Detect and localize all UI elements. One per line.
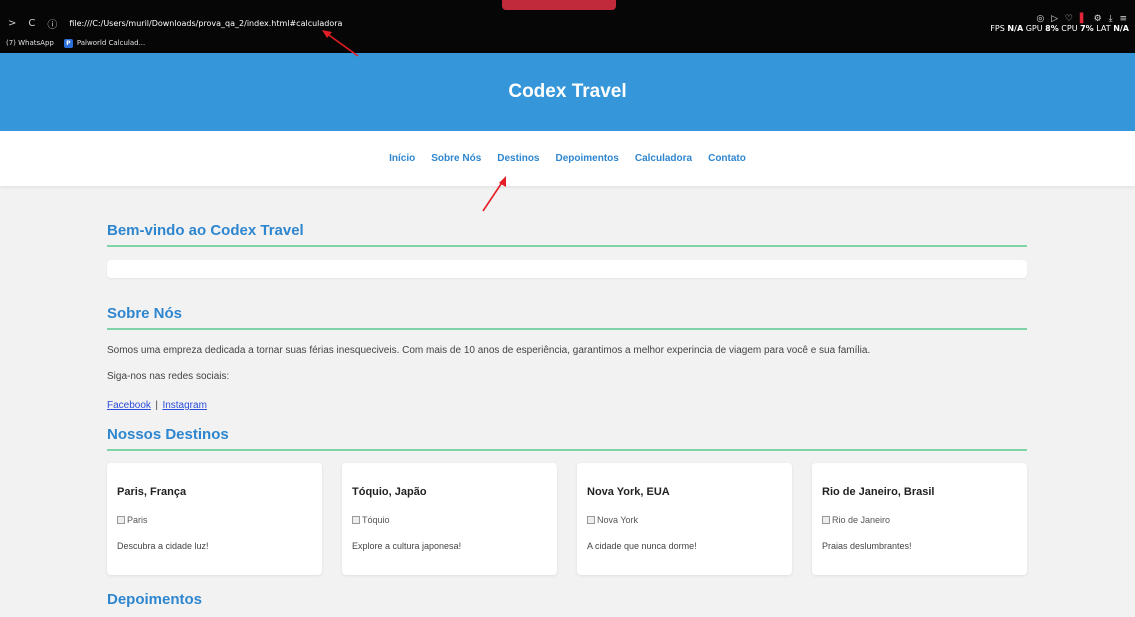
broken-image-icon bbox=[587, 516, 595, 524]
card-title: Rio de Janeiro, Brasil bbox=[822, 486, 935, 498]
card-title: Nova York, EUA bbox=[587, 486, 670, 498]
reload-icon[interactable]: C bbox=[28, 18, 35, 29]
browser-nav-row: > C ⓘ file:///C:/Users/muril/Downloads/p… bbox=[8, 15, 342, 31]
image-alt-text: Rio de Janeiro bbox=[832, 515, 891, 525]
testimonials-title: Depoimentos bbox=[107, 591, 203, 608]
play-icon[interactable]: ▷ bbox=[1051, 14, 1060, 24]
lat-label: LAT bbox=[1096, 24, 1111, 33]
overlay-icons: ◎ ▷ ♡ ▌ ⚙ ⤓ ≡ bbox=[959, 15, 1129, 24]
fps-value: N/A bbox=[1007, 24, 1024, 33]
destination-card-paris: Paris, França Paris Descubra a cidade lu… bbox=[107, 463, 322, 575]
site-header: Codex Travel bbox=[0, 53, 1135, 131]
heart-icon[interactable]: ♡ bbox=[1065, 14, 1075, 24]
destinations-title: Nossos Destinos bbox=[107, 426, 1027, 451]
nav-link-destinos[interactable]: Destinos bbox=[497, 153, 539, 164]
gpu-label: GPU bbox=[1025, 24, 1043, 33]
image-alt-text: Paris bbox=[127, 515, 148, 525]
destination-cards: Paris, França Paris Descubra a cidade lu… bbox=[107, 463, 1027, 575]
top-accent-bar bbox=[502, 0, 616, 10]
broken-image-icon bbox=[352, 516, 360, 524]
broken-image-icon bbox=[117, 516, 125, 524]
cpu-label: CPU bbox=[1061, 24, 1078, 33]
nav-link-contato[interactable]: Contato bbox=[708, 153, 746, 164]
card-text: Praias deslumbrantes! bbox=[822, 541, 912, 551]
card-image: Nova York bbox=[587, 515, 638, 525]
cpu-value: 7% bbox=[1080, 24, 1094, 33]
fps-label: FPS bbox=[990, 24, 1005, 33]
record-indicator-icon: ▌ bbox=[1079, 14, 1089, 24]
bookmark-palworld[interactable]: P Palworld Calculad... bbox=[63, 38, 146, 48]
social-links: Facebook | Instagram bbox=[107, 395, 207, 413]
welcome-title: Bem-vindo ao Codex Travel bbox=[107, 222, 1027, 247]
card-image: Tóquio bbox=[352, 515, 390, 525]
destination-card-toquio: Tóquio, Japão Tóquio Explore a cultura j… bbox=[342, 463, 557, 575]
address-bar[interactable]: file:///C:/Users/muril/Downloads/prova_q… bbox=[69, 19, 342, 28]
nav-link-calculadora[interactable]: Calculadora bbox=[635, 153, 692, 164]
card-image: Paris bbox=[117, 515, 148, 525]
broken-image-icon bbox=[822, 516, 830, 524]
lat-value: N/A bbox=[1113, 24, 1129, 33]
nav-link-sobre-nos[interactable]: Sobre Nós bbox=[431, 153, 481, 164]
browser-chrome: > C ⓘ file:///C:/Users/muril/Downloads/p… bbox=[0, 0, 1135, 53]
social-separator: | bbox=[155, 400, 158, 411]
menu-icon[interactable]: ≡ bbox=[1119, 14, 1129, 24]
facebook-link[interactable]: Facebook bbox=[107, 400, 151, 411]
annotation-arrow-destinos bbox=[482, 176, 506, 212]
image-alt-text: Nova York bbox=[597, 515, 639, 525]
download-icon[interactable]: ⤓ bbox=[1109, 14, 1115, 24]
about-paragraph: Somos uma empreza dedicada a tornar suas… bbox=[107, 345, 871, 356]
card-text: Descubra a cidade luz! bbox=[117, 541, 209, 551]
bookmark-whatsapp[interactable]: (7) WhatsApp bbox=[6, 39, 54, 47]
site-title: Codex Travel bbox=[508, 81, 627, 102]
bookmark-label: Palworld Calculad... bbox=[76, 39, 146, 47]
image-alt-text: Tóquio bbox=[362, 515, 390, 525]
card-title: Paris, França bbox=[117, 486, 187, 498]
card-text: A cidade que nunca dorme! bbox=[587, 541, 697, 551]
site-nav: Início Sobre Nós Destinos Depoimentos Ca… bbox=[0, 131, 1135, 186]
card-text: Explore a cultura japonesa! bbox=[352, 541, 462, 551]
annotation-arrow-url bbox=[322, 30, 359, 57]
gpu-value: 8% bbox=[1045, 24, 1059, 33]
perf-stats: FPS N/A GPU 8% CPU 7% LAT N/A bbox=[959, 24, 1129, 33]
instagram-link[interactable]: Instagram bbox=[162, 400, 206, 411]
performance-overlay: ◎ ▷ ♡ ▌ ⚙ ⤓ ≡ FPS N/A GPU 8% CPU 7% LAT … bbox=[959, 15, 1129, 34]
card-title: Tóquio, Japão bbox=[352, 486, 427, 498]
bookmarks-bar: (7) WhatsApp P Palworld Calculad... bbox=[6, 37, 145, 49]
about-title: Sobre Nós bbox=[107, 305, 1027, 330]
card-image: Rio de Janeiro bbox=[822, 515, 890, 525]
social-label: Siga-nos nas redes sociais: bbox=[107, 371, 230, 382]
settings-icon[interactable]: ⚙ bbox=[1094, 14, 1104, 24]
destination-card-nova-york: Nova York, EUA Nova York A cidade que nu… bbox=[577, 463, 792, 575]
palworld-icon: P bbox=[63, 38, 73, 48]
nav-link-inicio[interactable]: Início bbox=[389, 153, 415, 164]
bookmark-label: (7) WhatsApp bbox=[6, 39, 54, 47]
forward-icon[interactable]: > bbox=[8, 18, 16, 29]
nav-link-depoimentos[interactable]: Depoimentos bbox=[556, 153, 619, 164]
camera-icon[interactable]: ◎ bbox=[1036, 14, 1046, 24]
destination-card-rio: Rio de Janeiro, Brasil Rio de Janeiro Pr… bbox=[812, 463, 1027, 575]
site-info-icon[interactable]: ⓘ bbox=[47, 16, 57, 31]
welcome-box bbox=[107, 260, 1027, 278]
